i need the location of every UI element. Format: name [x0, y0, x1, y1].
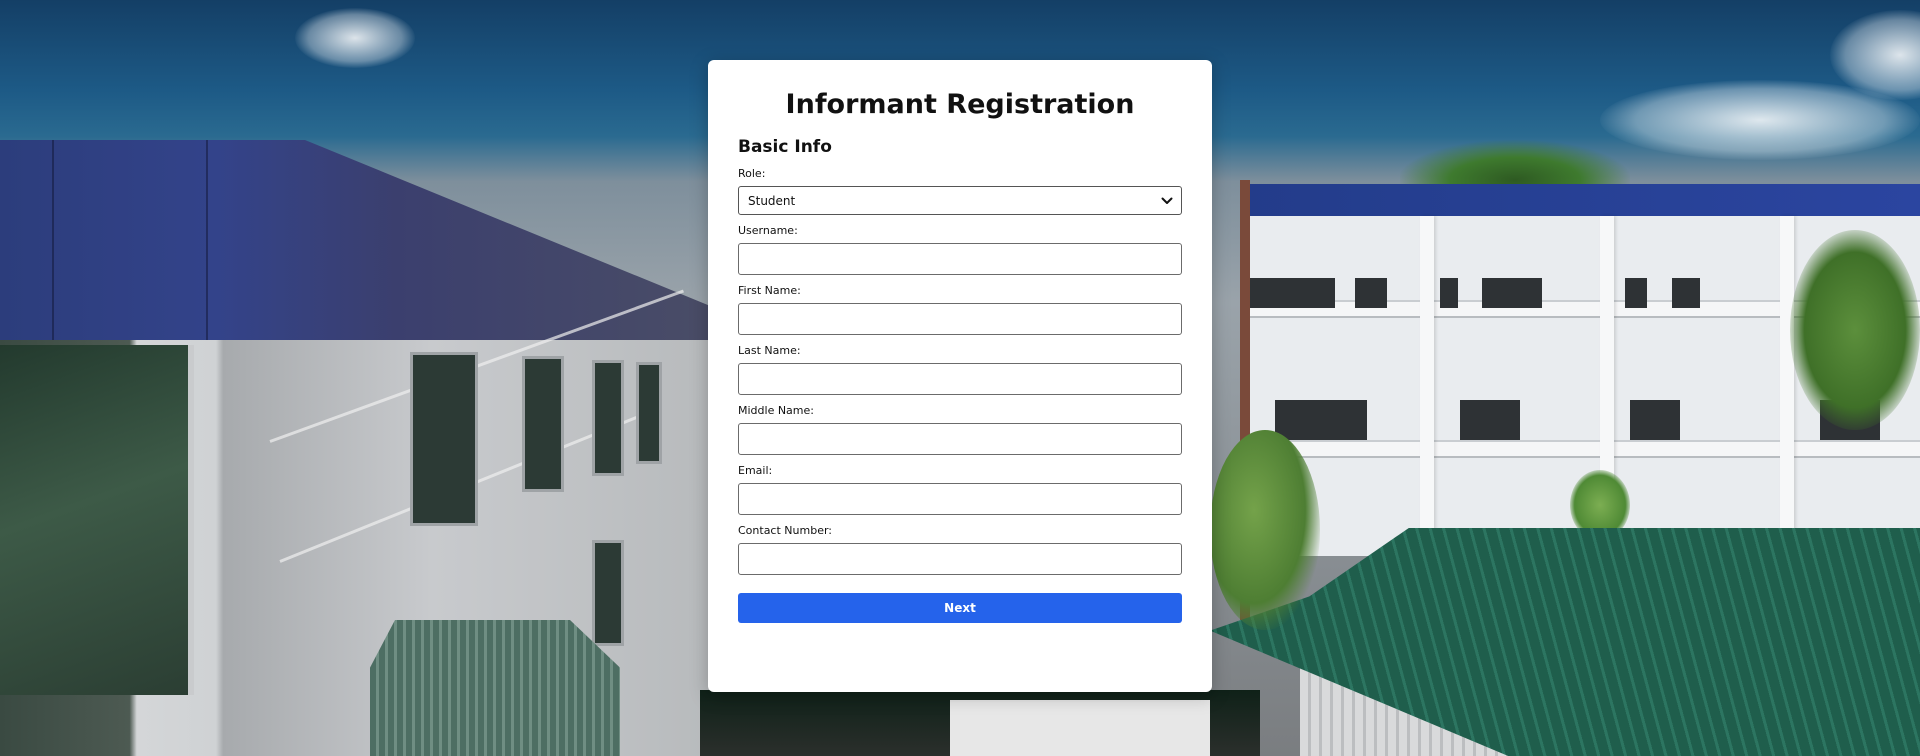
contact-number-input[interactable] — [738, 543, 1182, 575]
roof-seam — [206, 140, 208, 340]
section-heading: Basic Info — [738, 137, 832, 157]
first-name-label: First Name: — [738, 284, 801, 297]
window — [410, 352, 478, 526]
page-title: Informant Registration — [785, 89, 1135, 120]
chevron-down-icon — [1161, 197, 1173, 204]
last-name-field: Last Name: — [738, 344, 1182, 395]
window — [592, 540, 624, 646]
contact-number-field: Contact Number: — [738, 524, 1182, 575]
window — [1460, 400, 1520, 440]
middle-name-input[interactable] — [738, 423, 1182, 455]
window — [1482, 278, 1542, 308]
first-name-field: First Name: — [738, 284, 1182, 335]
email-input[interactable] — [738, 483, 1182, 515]
covered-walkway-awning — [370, 620, 620, 756]
username-label: Username: — [738, 224, 798, 237]
tree — [1210, 430, 1320, 630]
building-column — [1780, 216, 1794, 556]
username-field: Username: — [738, 224, 1182, 275]
window — [1355, 278, 1387, 308]
tree — [1790, 230, 1920, 430]
last-name-label: Last Name: — [738, 344, 801, 357]
window — [1275, 400, 1367, 440]
window — [592, 360, 624, 476]
last-name-input[interactable] — [738, 363, 1182, 395]
role-selected-value: Student — [748, 194, 796, 208]
role-label: Role: — [738, 167, 766, 180]
registration-card: Informant Registration Basic Info Role: … — [708, 60, 1212, 692]
building-column — [1420, 216, 1434, 556]
cloud-shape — [295, 8, 415, 68]
window — [636, 362, 662, 464]
email-field: Email: — [738, 464, 1182, 515]
rooftop-trees — [1400, 140, 1630, 190]
distant-building — [950, 700, 1210, 756]
window — [1440, 278, 1458, 308]
contact-number-label: Contact Number: — [738, 524, 832, 537]
role-select[interactable]: Student — [738, 186, 1182, 215]
role-field: Role: Student — [738, 167, 1182, 215]
username-input[interactable] — [738, 243, 1182, 275]
next-button[interactable]: Next — [738, 593, 1182, 623]
email-label: Email: — [738, 464, 773, 477]
middle-name-field: Middle Name: — [738, 404, 1182, 455]
left-building-glass — [0, 345, 194, 695]
right-building-roof-band — [1240, 184, 1920, 216]
first-name-input[interactable] — [738, 303, 1182, 335]
balcony-floor — [1240, 440, 1920, 458]
middle-name-label: Middle Name: — [738, 404, 814, 417]
window — [522, 356, 564, 492]
window — [1630, 400, 1680, 440]
window — [1250, 278, 1335, 308]
window — [1672, 278, 1700, 308]
window — [1625, 278, 1647, 308]
roof-seam — [52, 140, 54, 340]
